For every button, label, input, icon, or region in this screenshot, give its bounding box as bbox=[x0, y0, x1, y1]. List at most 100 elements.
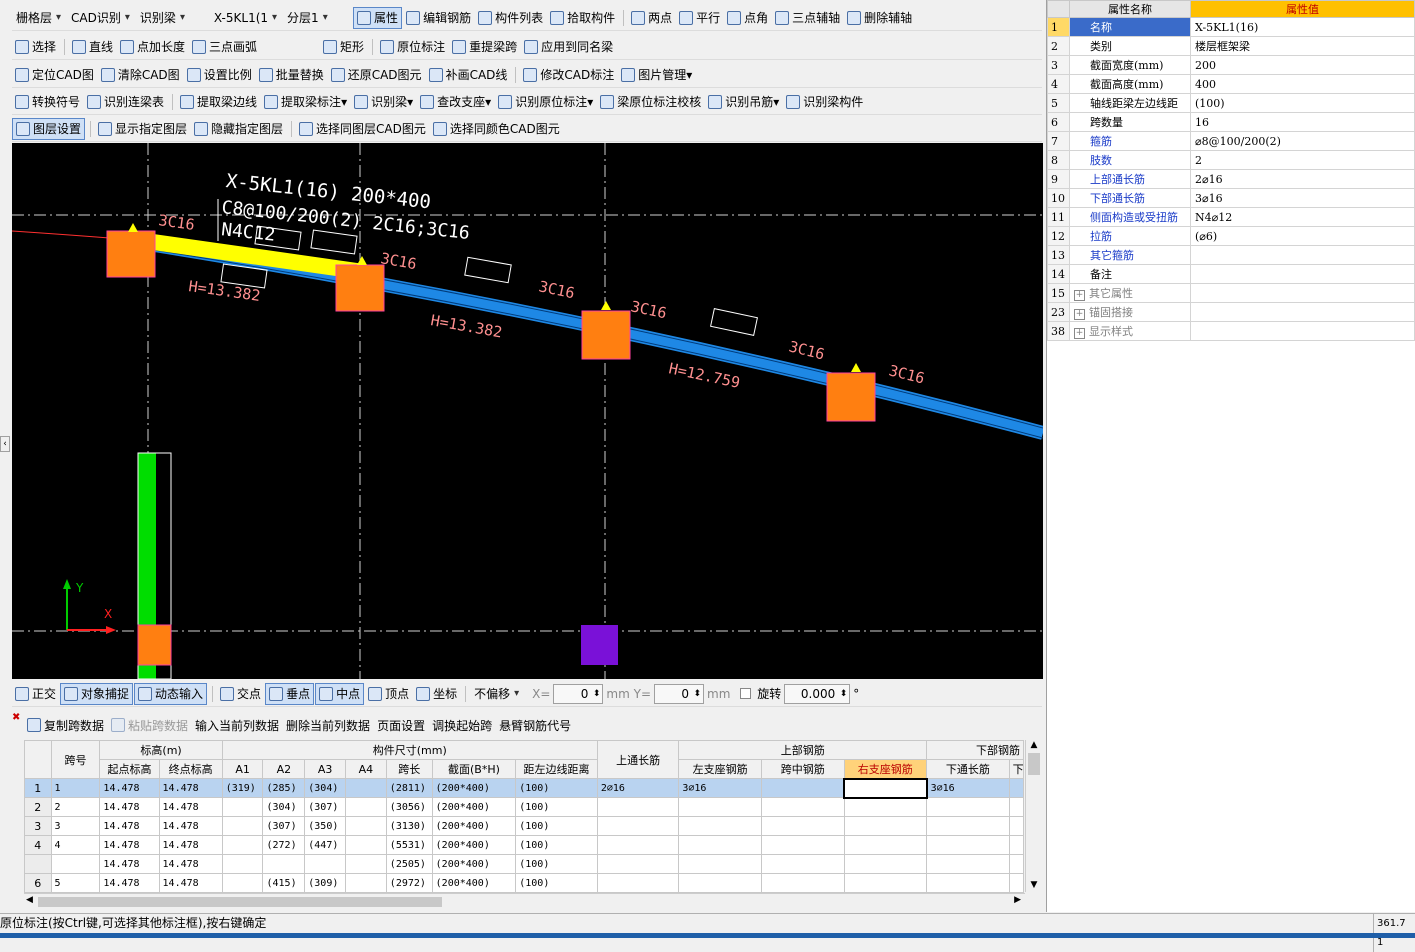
cad-canvas[interactable]: X-5KL1(16) 200*400 C8@100/200(2) 2C16;3C… bbox=[12, 143, 1043, 679]
select-same-color-button[interactable]: 选择同颜色CAD图元 bbox=[430, 118, 563, 140]
property-value[interactable]: X-5KL1(16) bbox=[1190, 17, 1415, 37]
grid-cell-mid[interactable] bbox=[760, 797, 845, 817]
grid-cell-span[interactable]: 2 bbox=[50, 797, 101, 817]
redraw-cad-line-button[interactable]: 补画CAD线 bbox=[426, 64, 511, 86]
grid-cell-len[interactable]: (3130) bbox=[385, 816, 433, 836]
grid-cell-left[interactable] bbox=[678, 873, 762, 893]
column[interactable] bbox=[826, 372, 876, 422]
recognize-beam-comp-button[interactable]: 识别梁构件 bbox=[783, 91, 866, 113]
grid-close-icon[interactable]: ✖ bbox=[12, 712, 20, 723]
column[interactable] bbox=[335, 264, 385, 312]
grid-cell-a4[interactable] bbox=[345, 778, 387, 798]
check-support-button[interactable]: 查改支座 ▾ bbox=[417, 91, 494, 113]
property-value[interactable]: 2 bbox=[1190, 150, 1415, 170]
property-row[interactable]: 13 其它箍筋 bbox=[1047, 245, 1415, 265]
grid-cell-len[interactable]: (5531) bbox=[385, 835, 433, 855]
grid-horizontal-scrollbar[interactable]: ◀ ▶ bbox=[24, 893, 1025, 910]
grid-cell-right[interactable] bbox=[843, 797, 928, 817]
grid-cell-next[interactable] bbox=[1008, 797, 1025, 817]
row-number[interactable]: 4 bbox=[24, 835, 52, 855]
grid-cell-dist[interactable]: (100) bbox=[515, 873, 598, 893]
grid-cell-a3[interactable]: (304) bbox=[304, 778, 347, 798]
grid-cell-s[interactable]: 14.478 bbox=[99, 816, 160, 836]
grid-cell-a2[interactable]: (304) bbox=[262, 797, 306, 817]
rect-button[interactable]: 矩形 bbox=[320, 36, 367, 58]
re-extract-span-button[interactable]: 重提梁跨 bbox=[449, 36, 520, 58]
perpendicular-toggle[interactable]: 垂点 bbox=[265, 682, 315, 705]
grid-cell-s[interactable]: 14.478 bbox=[99, 835, 160, 855]
property-row[interactable]: 5 轴线距梁左边线距 (100) bbox=[1047, 93, 1415, 113]
grid-cell-dist[interactable]: (100) bbox=[515, 778, 598, 798]
extract-beam-edge-button[interactable]: 提取梁边线 bbox=[177, 91, 260, 113]
locate-cad-button[interactable]: 定位CAD图 bbox=[12, 64, 97, 86]
grid-cell-len[interactable]: (3056) bbox=[385, 797, 433, 817]
three-point-axis-button[interactable]: 三点辅轴 bbox=[772, 7, 843, 29]
restore-cad-button[interactable]: 还原CAD图元 bbox=[328, 64, 425, 86]
three-point-arc-button[interactable]: 三点画弧 bbox=[189, 36, 319, 58]
floor-group-select[interactable]: 栅格层 bbox=[12, 8, 65, 28]
property-row[interactable]: 12 拉筋 (⌀6) bbox=[1047, 226, 1415, 246]
grid-cell-a1[interactable] bbox=[221, 797, 264, 817]
modify-cad-mark-button[interactable]: 修改CAD标注 bbox=[520, 64, 617, 86]
grid-cell-dist[interactable]: (100) bbox=[515, 797, 598, 817]
property-row[interactable]: 3 截面宽度(mm) 200 bbox=[1047, 55, 1415, 75]
property-value[interactable] bbox=[1190, 283, 1415, 303]
property-row[interactable]: 2 类别 楼层框架梁 bbox=[1047, 36, 1415, 56]
grid-cell-a1[interactable] bbox=[221, 835, 264, 855]
property-value[interactable] bbox=[1190, 245, 1415, 265]
copy-span-button[interactable]: 复制跨数据 bbox=[24, 714, 107, 736]
grid-cell-bot[interactable] bbox=[926, 854, 1010, 874]
row-number[interactable]: 2 bbox=[24, 797, 52, 817]
grid-cell-left[interactable] bbox=[678, 797, 762, 817]
property-row[interactable]: 6 跨数量 16 bbox=[1047, 112, 1415, 132]
coordinate-toggle[interactable]: 坐标 bbox=[413, 683, 460, 705]
table-row[interactable]: 3 3 14.478 14.478 (307) (350) (3130) (200*400)(… bbox=[24, 816, 1025, 836]
line-button[interactable]: 直线 bbox=[69, 36, 116, 58]
grid-cell-right[interactable] bbox=[843, 816, 928, 836]
clear-cad-button[interactable]: 清除CAD图 bbox=[98, 64, 183, 86]
grid-cell-top[interactable] bbox=[596, 854, 680, 874]
grid-cell-dist[interactable]: (100) bbox=[515, 816, 598, 836]
hide-layer-button[interactable]: 隐藏指定图层 bbox=[191, 118, 286, 140]
property-row[interactable]: 9 上部通长筋 2⌀16 bbox=[1047, 169, 1415, 189]
grid-cell-a4[interactable] bbox=[345, 873, 387, 893]
grid-cell-left[interactable]: 3⌀16 bbox=[678, 778, 762, 798]
recognize-beam-select[interactable]: 识别梁 bbox=[136, 8, 208, 28]
grid-cell-left[interactable] bbox=[678, 854, 762, 874]
x-input[interactable]: 0 bbox=[553, 683, 604, 704]
rotate-checkbox[interactable] bbox=[740, 688, 752, 699]
cantilever-button[interactable]: 悬臂钢筋代号 bbox=[496, 714, 574, 736]
property-value[interactable]: 200 bbox=[1190, 55, 1415, 75]
recognize-beam-button[interactable]: 识别梁 ▾ bbox=[351, 91, 416, 113]
edit-rebar-button[interactable]: 编辑钢筋 bbox=[403, 7, 474, 29]
grid-cell-left[interactable] bbox=[678, 835, 762, 855]
grid-cell-bot[interactable] bbox=[926, 816, 1010, 836]
sublayer-select[interactable]: 分层1 bbox=[283, 8, 351, 28]
grid-cell-sec[interactable]: (200*400) bbox=[431, 816, 517, 836]
point-length-button[interactable]: 点加长度 bbox=[117, 36, 188, 58]
set-scale-button[interactable]: 设置比例 bbox=[184, 64, 255, 86]
offset-select[interactable]: 不偏移 bbox=[470, 684, 530, 704]
grid-cell-a2[interactable]: (285) bbox=[262, 778, 306, 798]
grid-cell-sec[interactable]: (200*400) bbox=[431, 778, 517, 798]
property-value[interactable]: (100) bbox=[1190, 93, 1415, 113]
grid-cell-sec[interactable]: (200*400) bbox=[431, 797, 517, 817]
property-row[interactable]: 15 + 其它属性 bbox=[1047, 283, 1415, 303]
grid-cell-a4[interactable] bbox=[345, 854, 387, 874]
property-value[interactable]: 400 bbox=[1190, 74, 1415, 94]
property-value[interactable]: 16 bbox=[1190, 112, 1415, 132]
grid-cell-a3[interactable]: (307) bbox=[304, 797, 347, 817]
attributes-button[interactable]: 属性 bbox=[353, 6, 403, 29]
collapse-left-button[interactable]: ‹ bbox=[0, 436, 10, 452]
rotate-input[interactable]: 0.000 bbox=[784, 683, 851, 704]
two-points-button[interactable]: 两点 bbox=[628, 7, 675, 29]
recognize-continuous-button[interactable]: 识别连梁表 bbox=[84, 91, 167, 113]
grid-cell-next[interactable] bbox=[1008, 816, 1025, 836]
delete-column-button[interactable]: 删除当前列数据 bbox=[283, 714, 373, 736]
grid-cell-top[interactable] bbox=[596, 797, 680, 817]
grid-cell-len[interactable]: (2811) bbox=[385, 778, 433, 798]
row-number[interactable]: 1 bbox=[24, 778, 52, 798]
grid-cell-top[interactable] bbox=[596, 835, 680, 855]
grid-cell-e[interactable]: 14.478 bbox=[158, 835, 223, 855]
page-setup-button[interactable]: 页面设置 bbox=[374, 714, 428, 736]
